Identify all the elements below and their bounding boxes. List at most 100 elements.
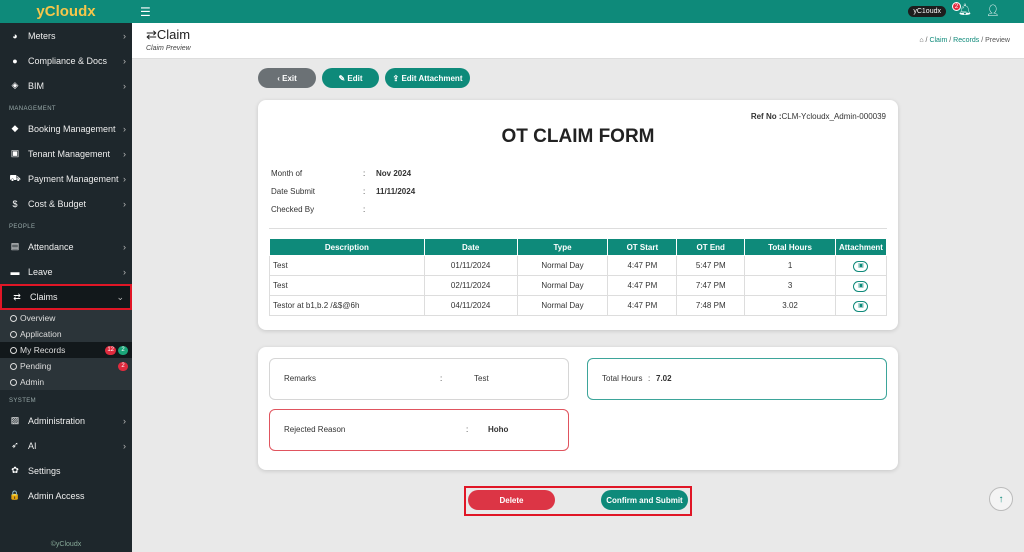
column-header: OT End <box>676 238 746 256</box>
cell-date: 01/11/2024 <box>423 255 518 276</box>
cell-end: 5:47 PM <box>676 255 746 276</box>
notification-badge: 2 <box>952 2 961 11</box>
cell-end: 7:48 PM <box>676 295 746 316</box>
sidebar-item-tenant-management[interactable]: ▣ Tenant Management › <box>0 141 132 166</box>
user-icon[interactable]: 👤︎ <box>986 4 1000 17</box>
lock-icon: 🔒 <box>9 490 21 500</box>
chevron-down-icon: ⌄ <box>116 291 124 302</box>
submenu-item-application[interactable]: Application <box>0 326 132 342</box>
gear-icon: ✿ <box>11 465 19 475</box>
form-title: OT CLAIM FORM <box>501 126 655 147</box>
rejected-reason-label: Rejected Reason <box>284 425 346 434</box>
image-attachment-icon[interactable]: ▣ <box>853 300 869 312</box>
image-attachment-icon[interactable]: ▣ <box>853 260 869 272</box>
edit-attachment-button[interactable]: ⇪ Edit Attachment <box>385 68 470 88</box>
circle-outline-icon <box>10 346 17 354</box>
submenu-label: Overview <box>20 313 56 323</box>
sidebar-item-label: BIM <box>28 80 45 91</box>
sidebar-item-leave[interactable]: ▬ Leave › <box>0 259 132 284</box>
admin-icon: ▨ <box>10 415 20 425</box>
column-header: Attachment <box>834 238 888 256</box>
upload-icon: ⇪ <box>392 73 402 83</box>
submenu-item-overview[interactable]: Overview <box>0 310 132 326</box>
sidebar-item-booking-management[interactable]: ◆ Booking Management › <box>0 116 132 141</box>
circle-outline-icon <box>10 314 17 322</box>
sidebar-item-settings[interactable]: ✿ Settings <box>0 458 132 483</box>
confirm-submit-button[interactable]: Confirm and Submit <box>601 490 688 510</box>
rejected-reason-value: Hoho <box>488 425 509 434</box>
breadcrumb-claim[interactable]: Claim <box>929 37 947 44</box>
sidebar-item-admin-access[interactable]: 🔒 Admin Access <box>0 483 132 508</box>
sidebar-item-meters[interactable]: ◕ Meters › <box>0 23 132 48</box>
chevron-right-icon: › <box>123 440 126 451</box>
sidebar-item-attendance[interactable]: ▤ Attendance › <box>0 234 132 259</box>
topbar: ☰ yC1oudx 🔔︎ 2 👤︎ <box>132 0 1024 23</box>
divider <box>269 228 887 229</box>
chevron-right-icon: › <box>123 123 126 134</box>
ot-claim-table: Description Date Type OT Start OT End Total H… <box>269 238 888 316</box>
total-hours-value: 7.02 <box>656 374 672 383</box>
submenu-label: Application <box>20 329 62 339</box>
table-row: Test 01/11/2024 Normal Day 4:47 PM 5:47 PM 1 ▣ <box>269 255 888 276</box>
column-header: Description <box>269 238 425 256</box>
exchange-icon: ⇄ <box>13 291 21 302</box>
badge-count-green: 2 <box>118 345 128 355</box>
submenu-label: My Records <box>20 345 66 355</box>
sidebar-item-label: Compliance & Docs <box>28 55 108 66</box>
edit-button[interactable]: ✎ Edit <box>322 68 379 88</box>
scroll-to-top-icon[interactable]: ↑ <box>989 487 1013 511</box>
sidebar-item-bim[interactable]: ◈ BIM › <box>0 73 132 98</box>
hamburger-menu-icon[interactable]: ☰ <box>140 5 151 19</box>
breadcrumb-records[interactable]: Records <box>953 37 979 44</box>
breadcrumb: ⌂ / Claim / Records / Preview <box>919 37 1010 44</box>
cell-date: 04/11/2024 <box>423 295 518 316</box>
column-header: OT Start <box>607 238 678 256</box>
submenu-item-my-records[interactable]: My Records 12 2 <box>0 342 132 358</box>
cell-attachment: ▣ <box>834 295 888 316</box>
cell-attachment: ▣ <box>834 275 888 296</box>
sidebar-item-label: Claims <box>30 292 58 302</box>
table-row: Testor at b1,b.2 /&$@6h 04/11/2024 Normal … <box>269 295 888 316</box>
cell-hours: 3.02 <box>744 295 836 316</box>
cell-desc: Test <box>269 255 425 276</box>
bell-icon[interactable]: 🔔︎ 2 <box>952 2 972 17</box>
sidebar-item-compliance-docs[interactable]: ● Compliance & Docs › <box>0 48 132 73</box>
sidebar-item-claims[interactable]: ⇄ Claims ⌄ <box>0 284 132 310</box>
submenu-label: Admin <box>20 377 45 387</box>
sidebar-item-administration[interactable]: ▨ Administration › <box>0 408 132 433</box>
sidebar-item-label: Administration <box>28 415 86 426</box>
table-row: Test 02/11/2024 Normal Day 4:47 PM 7:47 PM 3 ▣ <box>269 275 888 296</box>
sidebar-item-cost-budget[interactable]: $ Cost & Budget › <box>0 191 132 216</box>
building-icon: ▣ <box>10 148 20 158</box>
chevron-right-icon: › <box>123 198 126 209</box>
sidebar-item-label: AI <box>28 440 37 451</box>
badge-count-red: 2 <box>118 361 128 371</box>
exit-button[interactable]: ‹ Exit <box>258 68 316 88</box>
chevron-right-icon: › <box>123 266 126 277</box>
ref-number: Ref No :CLM-Ycloudx_Admin-000039 <box>750 112 886 121</box>
page-subtitle: Claim Preview <box>146 45 191 52</box>
image-attachment-icon[interactable]: ▣ <box>853 280 869 292</box>
sidebar-item-label: Tenant Management <box>28 148 111 159</box>
cell-date: 02/11/2024 <box>423 275 518 296</box>
briefcase-icon: ▬ <box>10 266 20 277</box>
page-title: ⇄Claim <box>146 27 191 42</box>
remarks-label: Remarks <box>284 374 317 383</box>
claims-submenu: Overview Application My Records 12 2 Pending 2… <box>0 310 132 390</box>
sidebar-item-ai[interactable]: ➶ AI › <box>0 433 132 458</box>
column-header: Total Hours <box>744 238 836 256</box>
user-pill[interactable]: yC1oudx <box>908 6 946 17</box>
submenu-item-admin[interactable]: Admin <box>0 374 132 390</box>
summary-card: Remarks : Test Total Hours : 7.02 Reject… <box>258 347 898 470</box>
section-management: MANAGEMENT <box>9 106 57 112</box>
breadcrumb-preview: Preview <box>985 37 1010 44</box>
cell-start: 4:47 PM <box>607 255 678 276</box>
page-header: ⇄Claim Claim Preview ⌂ / Claim / Records… <box>132 23 1024 59</box>
exchange-icon: ⇄ <box>146 27 157 42</box>
home-icon[interactable]: ⌂ <box>919 37 923 44</box>
sidebar-item-payment-management[interactable]: ⛟ Payment Management › <box>0 166 132 191</box>
sidebar-item-label: Leave <box>28 266 53 277</box>
submenu-item-pending[interactable]: Pending 2 <box>0 358 132 374</box>
delete-button[interactable]: Delete <box>468 490 555 510</box>
chevron-right-icon: › <box>123 55 126 66</box>
